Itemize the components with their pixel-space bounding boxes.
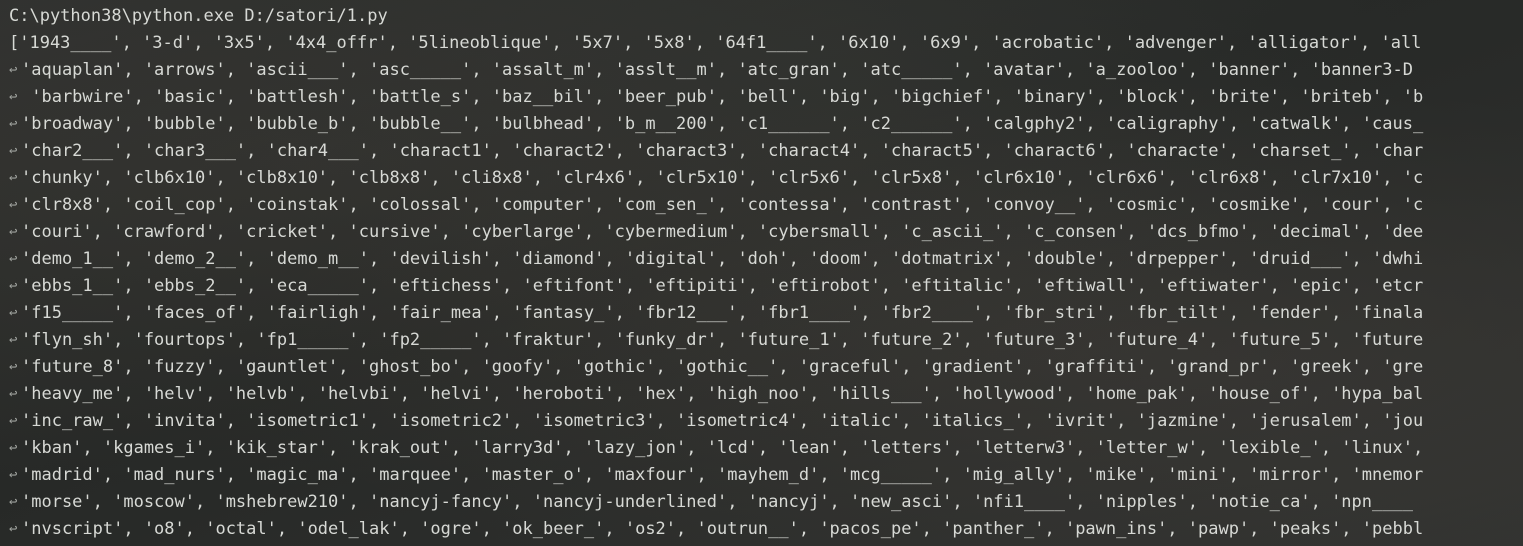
output-line: 'future_8', 'fuzzy', 'gauntlet', 'ghost_… (0, 354, 1523, 381)
output-line: 'barbwire', 'basic', 'battlesh', 'battle… (0, 84, 1523, 111)
output-block: ['1943____', '3-d', '3x5', '4x4_offr', '… (0, 30, 1523, 543)
output-text: 'morse', 'moscow', 'mshebrew210', 'nancy… (21, 492, 1413, 512)
output-line: 'kban', 'kgames_i', 'kik_star', 'krak_ou… (0, 435, 1523, 462)
output-text: 'madrid', 'mad_nurs', 'magic_ma', 'marqu… (21, 465, 1424, 485)
command-line: C:\python38\python.exe D:/satori/1.py (9, 6, 388, 26)
output-text: 'couri', 'crawford', 'cricket', 'cursive… (21, 222, 1424, 242)
output-text: 'aquaplan', 'arrows', 'ascii___', 'asc__… (21, 60, 1413, 80)
output-text: 'nvscript', 'o8', 'octal', 'odel_lak', '… (21, 519, 1424, 539)
output-text: 'barbwire', 'basic', 'battlesh', 'battle… (21, 87, 1424, 107)
soft-wrap-icon (9, 354, 21, 381)
output-line: 'char2___', 'char3___', 'char4___', 'cha… (0, 138, 1523, 165)
output-line: 'nvscript', 'o8', 'octal', 'odel_lak', '… (0, 516, 1523, 543)
output-text: 'demo_1__', 'demo_2__', 'demo_m__', 'dev… (21, 249, 1424, 269)
soft-wrap-icon (9, 84, 21, 111)
output-text: 'clr8x8', 'coil_cop', 'coinstak', 'colos… (21, 195, 1424, 215)
output-line: 'madrid', 'mad_nurs', 'magic_ma', 'marqu… (0, 462, 1523, 489)
output-text: 'ebbs_1__', 'ebbs_2__', 'eca_____', 'eft… (21, 276, 1424, 296)
output-line: 'broadway', 'bubble', 'bubble_b', 'bubbl… (0, 111, 1523, 138)
output-text: ['1943____', '3-d', '3x5', '4x4_offr', '… (9, 33, 1422, 53)
soft-wrap-icon (9, 111, 21, 138)
output-text: 'f15_____', 'faces_of', 'fairligh', 'fai… (21, 303, 1424, 323)
soft-wrap-icon (9, 381, 21, 408)
output-text: 'broadway', 'bubble', 'bubble_b', 'bubbl… (21, 114, 1424, 134)
output-text: 'kban', 'kgames_i', 'kik_star', 'krak_ou… (21, 438, 1424, 458)
soft-wrap-icon (9, 57, 21, 84)
output-line: 'inc_raw_', 'invita', 'isometric1', 'iso… (0, 408, 1523, 435)
output-line: 'clr8x8', 'coil_cop', 'coinstak', 'colos… (0, 192, 1523, 219)
soft-wrap-icon (9, 165, 21, 192)
soft-wrap-icon (9, 273, 21, 300)
output-line: 'demo_1__', 'demo_2__', 'demo_m__', 'dev… (0, 246, 1523, 273)
output-text: 'future_8', 'fuzzy', 'gauntlet', 'ghost_… (21, 357, 1424, 377)
output-text: 'heavy_me', 'helv', 'helvb', 'helvbi', '… (21, 384, 1424, 404)
soft-wrap-icon (9, 327, 21, 354)
soft-wrap-icon (9, 192, 21, 219)
soft-wrap-icon (9, 408, 21, 435)
console-window: C:\python38\python.exe D:/satori/1.py ['… (0, 0, 1523, 546)
output-line: 'heavy_me', 'helv', 'helvb', 'helvbi', '… (0, 381, 1523, 408)
soft-wrap-icon (9, 246, 21, 273)
output-line: ['1943____', '3-d', '3x5', '4x4_offr', '… (0, 30, 1523, 57)
output-line: 'flyn_sh', 'fourtops', 'fp1_____', 'fp2_… (0, 327, 1523, 354)
output-line: 'aquaplan', 'arrows', 'ascii___', 'asc__… (0, 57, 1523, 84)
output-text: 'chunky', 'clb6x10', 'clb8x10', 'clb8x8'… (21, 168, 1424, 188)
output-line: 'couri', 'crawford', 'cricket', 'cursive… (0, 219, 1523, 246)
console-output: C:\python38\python.exe D:/satori/1.py ['… (0, 0, 1523, 546)
output-text: 'inc_raw_', 'invita', 'isometric1', 'iso… (21, 411, 1424, 431)
output-line: 'f15_____', 'faces_of', 'fairligh', 'fai… (0, 300, 1523, 327)
output-line: 'chunky', 'clb6x10', 'clb8x10', 'clb8x8'… (0, 165, 1523, 192)
output-line: 'morse', 'moscow', 'mshebrew210', 'nancy… (0, 489, 1523, 516)
soft-wrap-icon (9, 516, 21, 543)
output-text: 'flyn_sh', 'fourtops', 'fp1_____', 'fp2_… (21, 330, 1424, 350)
soft-wrap-icon (9, 300, 21, 327)
soft-wrap-icon (9, 435, 21, 462)
output-line: 'ebbs_1__', 'ebbs_2__', 'eca_____', 'eft… (0, 273, 1523, 300)
output-text: 'char2___', 'char3___', 'char4___', 'cha… (21, 141, 1424, 161)
soft-wrap-icon (9, 462, 21, 489)
soft-wrap-icon (9, 489, 21, 516)
soft-wrap-icon (9, 219, 21, 246)
soft-wrap-icon (9, 138, 21, 165)
